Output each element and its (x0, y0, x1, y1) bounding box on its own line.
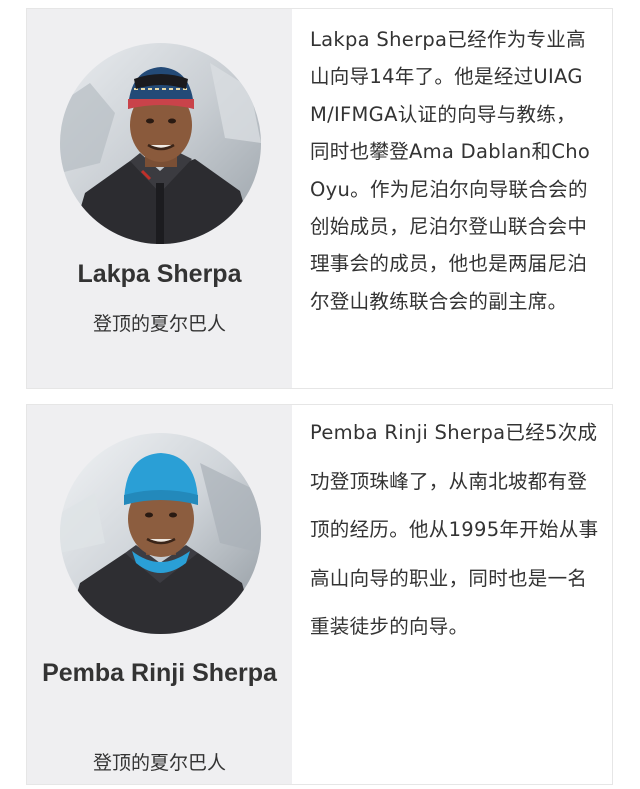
profile-left-panel: Pemba Rinji Sherpa 登顶的夏尔巴人 (27, 405, 292, 784)
profile-photo (60, 433, 261, 634)
profile-name: Pemba Rinji Sherpa (42, 659, 277, 687)
profile-left-panel: Lakpa Sherpa 登顶的夏尔巴人 (27, 9, 292, 388)
profile-card: Pemba Rinji Sherpa 登顶的夏尔巴人 Pemba Rinji S… (26, 404, 613, 785)
portrait-image (60, 433, 261, 634)
profile-name: Lakpa Sherpa (77, 260, 242, 288)
profile-card: Lakpa Sherpa 登顶的夏尔巴人 Lakpa Sherpa已经作为专业高… (26, 8, 613, 389)
profile-right-panel: Pemba Rinji Sherpa已经5次成功登顶珠峰了，从南北坡都有登顶的经… (292, 405, 612, 784)
profile-bio: Pemba Rinji Sherpa已经5次成功登顶珠峰了，从南北坡都有登顶的经… (310, 421, 599, 638)
profile-right-panel: Lakpa Sherpa已经作为专业高山向导14年了。他是经过UIAGM/IFM… (292, 9, 612, 388)
profile-photo (60, 43, 261, 244)
portrait-image (60, 43, 261, 244)
profile-role: 登顶的夏尔巴人 (92, 313, 226, 335)
profile-role: 登顶的夏尔巴人 (92, 752, 226, 774)
profile-bio: Lakpa Sherpa已经作为专业高山向导14年了。他是经过UIAGM/IFM… (310, 28, 591, 313)
